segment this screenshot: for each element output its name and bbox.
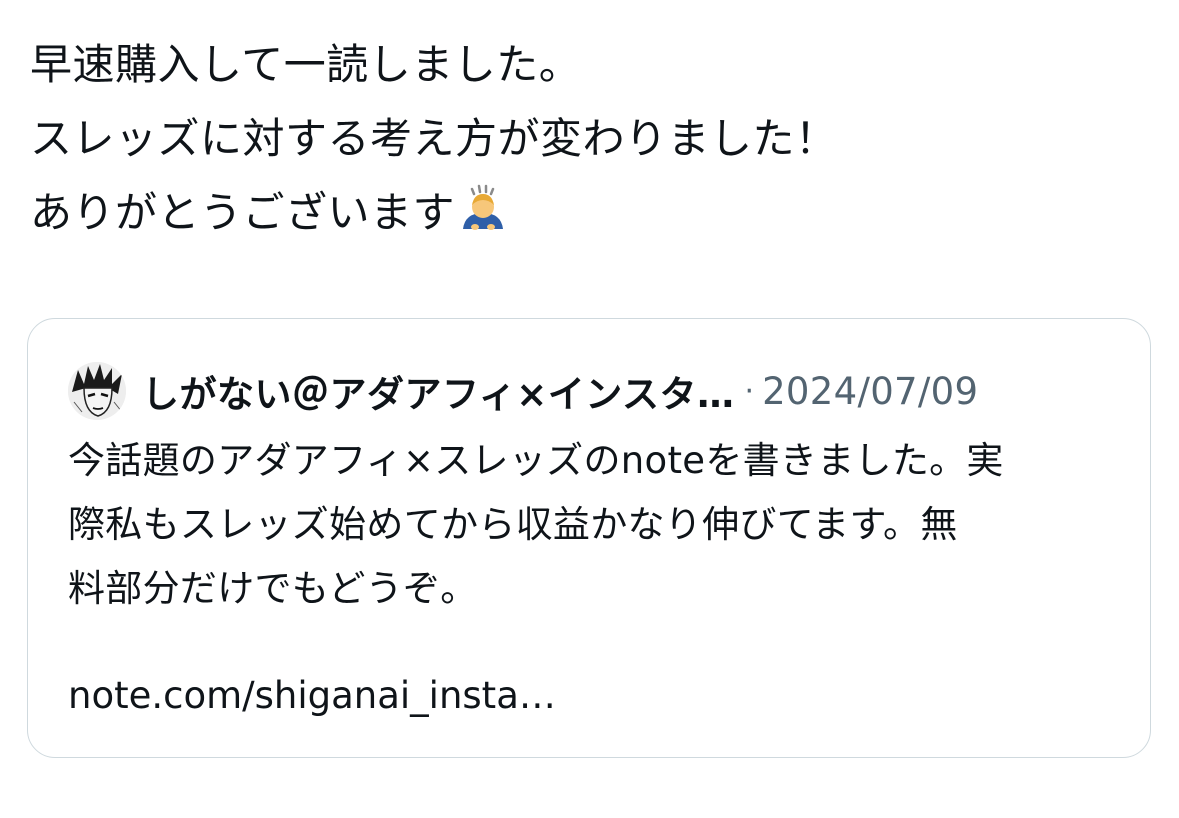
- quoted-post-link[interactable]: note.com/shiganai_insta…: [68, 664, 556, 728]
- quoted-text-line-2: 際私もスレッズ始めてから収益かなり伸びてます。無: [68, 503, 958, 546]
- post-text-line-3: ありがとうございます: [30, 176, 1150, 250]
- quoted-post-text: 今話題のアダアフィ×スレッズのnoteを書きました。実 際私もスレッズ始めてから…: [68, 429, 1128, 621]
- header-separator: ·: [744, 373, 755, 409]
- post-text-line-2: スレッズに対する考え方が変わりました！: [30, 114, 838, 163]
- bowing-person-icon: [457, 183, 509, 235]
- quoted-post-date[interactable]: 2024/07/09: [762, 370, 978, 413]
- post-text-line-1: 早速購入して一読しました。: [30, 40, 582, 89]
- quoted-author-name[interactable]: しがない＠アダアフィ×インスタ…: [142, 364, 735, 418]
- quoted-post-header: しがない＠アダアフィ×インスタ… · 2024/07/09: [68, 359, 978, 423]
- quoted-post-card[interactable]: しがない＠アダアフィ×インスタ… · 2024/07/09 今話題のアダアフィ×…: [27, 318, 1151, 758]
- post-body: 早速購入して一読しました。 スレッズに対する考え方が変わりました！ ありがとうご…: [30, 28, 1150, 250]
- manga-avatar-icon: [68, 362, 126, 420]
- avatar[interactable]: [68, 362, 126, 420]
- quoted-text-line-3: 料部分だけでもどうぞ。: [68, 567, 478, 610]
- post-text-line-3-text: ありがとうございます: [30, 188, 456, 237]
- quoted-text-line-1: 今話題のアダアフィ×スレッズのnoteを書きました。実: [68, 439, 1004, 482]
